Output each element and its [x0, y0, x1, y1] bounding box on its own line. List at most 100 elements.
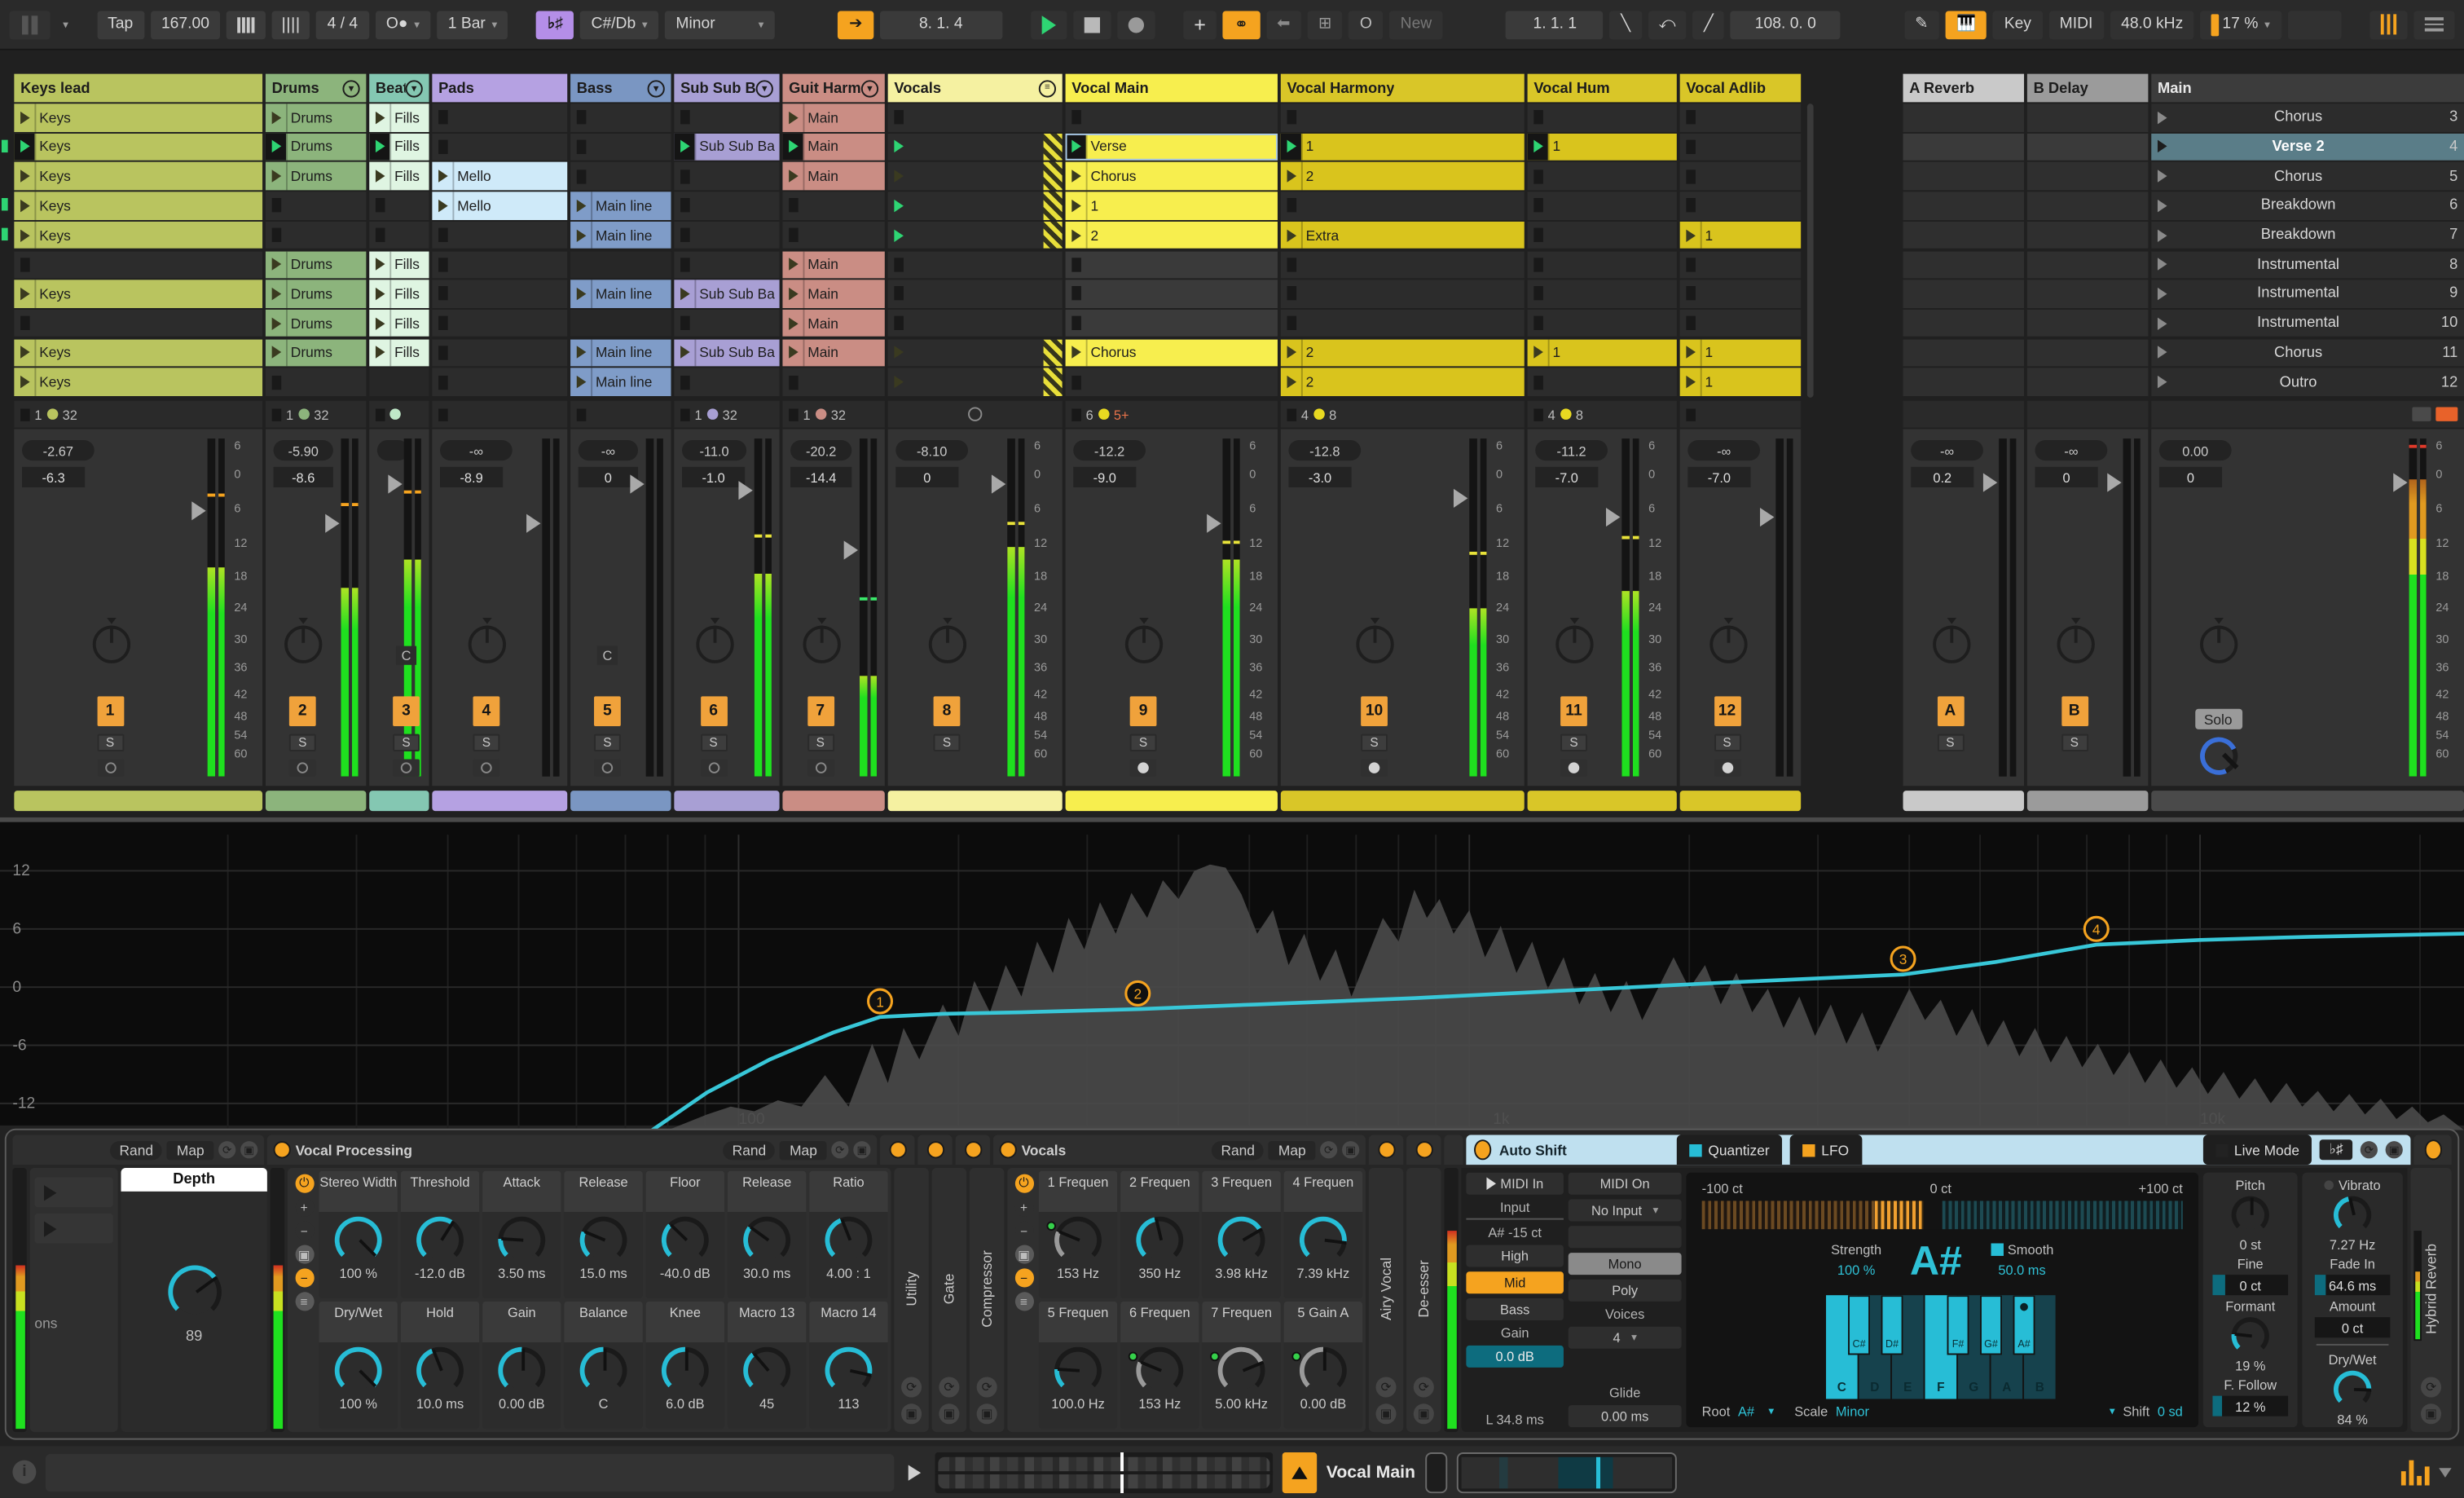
- draw-mode-icon[interactable]: ✎: [1903, 10, 1939, 39]
- clip-slot[interactable]: [265, 192, 367, 220]
- band-button-mid[interactable]: Mid: [1466, 1271, 1564, 1294]
- midi-in-button[interactable]: MIDI In: [1466, 1172, 1564, 1195]
- clip-stop-button[interactable]: [1533, 198, 1543, 214]
- clip-slot[interactable]: Fills: [369, 280, 429, 308]
- clip-slot[interactable]: Chorus: [1065, 338, 1278, 367]
- clip-slot[interactable]: Main: [782, 280, 885, 308]
- macro-knob[interactable]: [498, 1346, 546, 1394]
- clip-slot[interactable]: [1679, 309, 1802, 337]
- track-activator[interactable]: 7: [807, 696, 834, 727]
- live-mode-toggle[interactable]: Live Mode: [2202, 1135, 2312, 1165]
- volume-field[interactable]: 0: [895, 466, 959, 487]
- clip-stop-button[interactable]: [680, 257, 690, 272]
- variation-launch-button[interactable]: [34, 1213, 113, 1244]
- clip-slot[interactable]: Keys: [14, 192, 263, 220]
- macro-knob[interactable]: [661, 1346, 709, 1394]
- metronome-button[interactable]: O● ▾: [375, 10, 431, 39]
- track-activator[interactable]: 10: [1361, 696, 1388, 727]
- track-activator[interactable]: 8: [933, 696, 961, 727]
- group-menu-icon[interactable]: ≡: [1038, 79, 1057, 97]
- scene-slot[interactable]: Instrumental 10: [2151, 309, 2464, 337]
- mono-button[interactable]: Mono: [1568, 1253, 1682, 1276]
- clip-slot[interactable]: [887, 309, 1063, 337]
- macro-knob[interactable]: [334, 1216, 382, 1264]
- clip-slot[interactable]: [369, 192, 429, 220]
- volume-field[interactable]: 0: [2158, 466, 2223, 487]
- clip-launch-button[interactable]: [1281, 222, 1301, 249]
- clip-launch-button[interactable]: [1281, 368, 1301, 396]
- clip-slot[interactable]: [369, 368, 429, 396]
- scene-slot[interactable]: Instrumental 9: [2151, 280, 2464, 308]
- save-icon[interactable]: ▣: [2385, 1141, 2403, 1159]
- clip-stop-button[interactable]: [1686, 286, 1696, 302]
- clip-launch-button[interactable]: [782, 104, 803, 131]
- quantization-menu[interactable]: 1 Bar ▾: [437, 10, 508, 39]
- clip-launch-button[interactable]: [266, 339, 286, 367]
- clip-stop-button[interactable]: [1533, 315, 1543, 331]
- clip-stop-button[interactable]: [1533, 169, 1543, 183]
- fine-value[interactable]: 0 ct: [2212, 1275, 2289, 1296]
- clip-slot[interactable]: [432, 280, 568, 308]
- midi-on-button[interactable]: MIDI On: [1568, 1172, 1682, 1195]
- arm-button[interactable]: [1129, 759, 1157, 777]
- clip-stop-button[interactable]: [1686, 110, 1696, 125]
- clip-launch-button[interactable]: [1281, 162, 1301, 190]
- device-on-button[interactable]: [2423, 1139, 2442, 1161]
- clip-slot[interactable]: [887, 133, 1063, 161]
- add-macro-button[interactable]: +: [294, 1197, 314, 1217]
- clip-slot[interactable]: Drums: [265, 338, 367, 367]
- clip-slot[interactable]: [1527, 221, 1677, 249]
- clip-stop-button[interactable]: [438, 110, 448, 125]
- solo-button[interactable]: S: [473, 734, 500, 751]
- fold-macros-button[interactable]: −: [294, 1268, 314, 1288]
- scale-keyboard[interactable]: C D E F G A B C# D# F# G# A#: [1826, 1295, 2058, 1399]
- clip-slot[interactable]: Drums: [265, 162, 367, 191]
- group-launch-button[interactable]: [888, 368, 909, 396]
- clip-launch-button[interactable]: [1066, 222, 1086, 249]
- scene-slot[interactable]: Chorus 11: [2151, 338, 2464, 367]
- rand-button[interactable]: Rand: [109, 1140, 163, 1160]
- clip-stop-button[interactable]: [1071, 286, 1081, 302]
- volume-field[interactable]: -7.0: [1535, 466, 1599, 487]
- clip-slot[interactable]: [887, 162, 1063, 191]
- group-launch-button[interactable]: [888, 339, 909, 367]
- clip-launch-button[interactable]: [266, 280, 286, 308]
- fold-macros-button[interactable]: −: [1014, 1268, 1034, 1288]
- view-options-caret[interactable]: ▾: [63, 18, 68, 31]
- fader-handle[interactable]: [2107, 473, 2122, 492]
- clip-stop-button[interactable]: [894, 315, 904, 331]
- save-icon[interactable]: ▣: [939, 1403, 960, 1425]
- fader-handle[interactable]: [991, 474, 1006, 494]
- clip-launch-button[interactable]: [570, 368, 591, 396]
- clip-stop-button[interactable]: [271, 227, 282, 243]
- clip-launch-button[interactable]: [782, 162, 803, 190]
- solo-button[interactable]: S: [393, 734, 420, 751]
- fader-handle[interactable]: [191, 501, 206, 521]
- clip-slot[interactable]: [1280, 309, 1525, 337]
- tab-lfo[interactable]: LFO: [1789, 1135, 1862, 1165]
- clip-launch-button[interactable]: [782, 280, 803, 308]
- peak-level-display[interactable]: 0.00: [2158, 440, 2232, 461]
- key-Gs[interactable]: G#: [1980, 1295, 2003, 1355]
- clip-stop-button[interactable]: [680, 375, 690, 390]
- punch-out-button[interactable]: ╱: [1692, 10, 1725, 39]
- clip-slot[interactable]: [1527, 104, 1677, 132]
- clip-launch-button[interactable]: [369, 251, 389, 279]
- volume-field[interactable]: -6.3: [22, 466, 86, 487]
- pan-knob[interactable]: [695, 625, 733, 663]
- hot-swap-icon[interactable]: ⟳: [976, 1377, 997, 1398]
- back-to-arrangement-button[interactable]: ⬅: [1265, 10, 1301, 39]
- clip-slot[interactable]: [1527, 162, 1677, 191]
- tap-tempo-button[interactable]: Tap: [96, 10, 144, 39]
- clip-slot[interactable]: [432, 104, 568, 132]
- clip-stop-button[interactable]: [789, 227, 799, 243]
- clip-slot[interactable]: Sub Sub Ba: [674, 280, 780, 308]
- collapsed-device-compressor[interactable]: Compressor ⟳ ▣: [969, 1167, 1005, 1432]
- clip-slot[interactable]: Keys: [14, 162, 263, 191]
- root-value[interactable]: A#: [1738, 1403, 1754, 1419]
- clip-launch-button[interactable]: [782, 133, 803, 161]
- rack-on-button[interactable]: ⏻: [294, 1174, 314, 1193]
- clip-launch-button[interactable]: [1528, 339, 1548, 367]
- clip-slot[interactable]: [1280, 104, 1525, 132]
- clip-launch-button[interactable]: [1280, 133, 1301, 161]
